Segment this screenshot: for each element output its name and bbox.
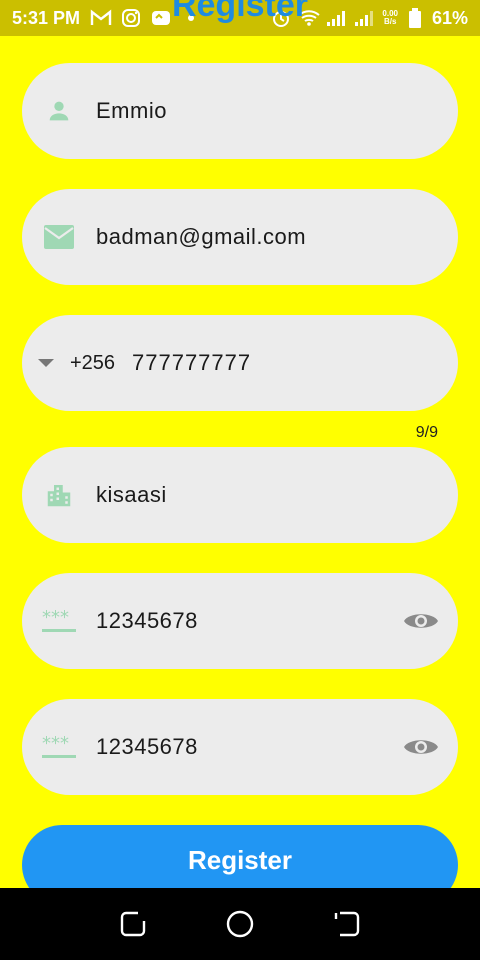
page-title: Register — [171, 0, 309, 24]
svg-text:***: *** — [42, 735, 69, 754]
name-value: Emmio — [96, 98, 167, 123]
name-field[interactable]: Emmio — [22, 63, 458, 159]
password-icon: *** — [42, 730, 76, 764]
person-icon — [42, 94, 76, 128]
location-value: kisaasi — [96, 482, 167, 507]
email-value: badman@gmail.com — [96, 224, 307, 249]
password-icon: *** — [42, 604, 76, 638]
password-field[interactable]: *** 12345678 — [22, 573, 458, 669]
confirm-password-field[interactable]: *** 12345678 — [22, 699, 458, 795]
location-city-icon — [42, 478, 76, 512]
phone-field[interactable]: +256 777777777 — [22, 315, 458, 411]
password-value: 12345678 — [96, 608, 198, 633]
email-field[interactable]: badman@gmail.com — [22, 189, 458, 285]
chevron-down-icon[interactable] — [38, 346, 54, 380]
phone-char-counter: 9/9 — [415, 424, 438, 441]
recent-apps-icon[interactable] — [113, 904, 153, 944]
email-icon — [42, 220, 76, 254]
country-code[interactable]: +256 — [70, 352, 115, 375]
navigation-bar — [0, 888, 480, 960]
back-icon[interactable] — [327, 904, 367, 944]
location-field[interactable]: kisaasi — [22, 447, 458, 543]
svg-text:***: *** — [42, 609, 69, 628]
eye-icon[interactable] — [402, 730, 440, 764]
confirm-password-value: 12345678 — [96, 734, 198, 759]
phone-value: 777777777 — [132, 350, 252, 375]
home-icon[interactable] — [220, 904, 260, 944]
eye-icon[interactable] — [402, 604, 440, 638]
